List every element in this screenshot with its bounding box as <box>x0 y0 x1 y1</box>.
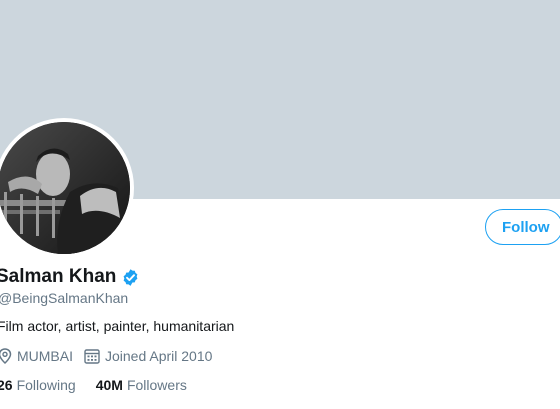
joined-text: Joined April 2010 <box>105 348 213 364</box>
profile-stats: 26 Following 40M Followers <box>0 375 187 395</box>
followers-link[interactable]: 40M Followers <box>96 377 187 393</box>
location-pin-icon <box>0 348 12 364</box>
followers-label: Followers <box>126 377 187 393</box>
followers-count: 40M <box>95 377 123 393</box>
calendar-icon <box>84 348 100 364</box>
avatar-image <box>0 122 130 254</box>
profile-meta: MUMBAI Joined April 2010 <box>0 346 212 366</box>
verified-badge-icon <box>121 268 140 287</box>
avatar[interactable] <box>0 118 134 258</box>
joined-item: Joined April 2010 <box>84 348 212 364</box>
location-text: MUMBAI <box>17 348 73 364</box>
location-item: MUMBAI <box>0 348 73 364</box>
following-label: Following <box>16 377 76 393</box>
avatar-photo <box>0 122 130 254</box>
follow-button[interactable]: Follow <box>485 209 560 245</box>
following-link[interactable]: 26 Following <box>0 377 76 393</box>
following-count: 26 <box>0 377 13 393</box>
profile-handle: @BeingSalmanKhan <box>0 290 129 306</box>
profile-name: Salman Khan <box>0 266 117 287</box>
profile-bio: Film actor, artist, painter, humanitaria… <box>0 318 235 334</box>
profile-name-row: Salman Khan <box>0 264 140 290</box>
